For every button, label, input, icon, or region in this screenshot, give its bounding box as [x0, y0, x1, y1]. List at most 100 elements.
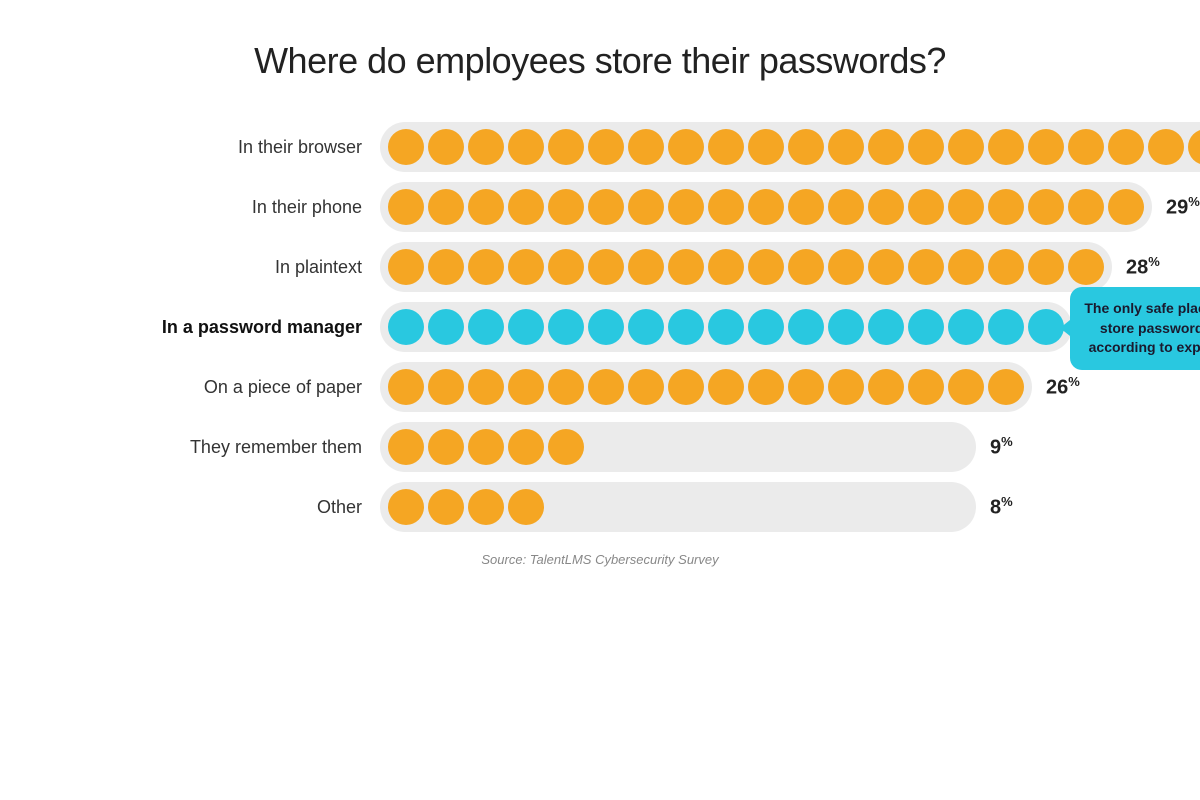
dot-remember-0: [388, 429, 424, 465]
dot-phone-4: [548, 189, 584, 225]
bar-track-browser: [380, 122, 1200, 172]
chart-title: Where do employees store their passwords…: [254, 40, 946, 82]
dot-browser-3: [508, 129, 544, 165]
dot-browser-9: [748, 129, 784, 165]
dot-plaintext-11: [828, 249, 864, 285]
dot-browser-5: [588, 129, 624, 165]
dot-phone-13: [908, 189, 944, 225]
dot-password-manager-8: [708, 309, 744, 345]
dot-remember-3: [508, 429, 544, 465]
dot-plaintext-12: [868, 249, 904, 285]
dot-phone-2: [468, 189, 504, 225]
dots-remember: [388, 429, 584, 465]
dot-phone-12: [868, 189, 904, 225]
dot-phone-7: [668, 189, 704, 225]
bar-label-remember: They remember them: [150, 437, 380, 458]
dot-plaintext-16: [1028, 249, 1064, 285]
dot-paper-1: [428, 369, 464, 405]
dot-browser-18: [1108, 129, 1144, 165]
dot-browser-14: [948, 129, 984, 165]
dot-plaintext-17: [1068, 249, 1104, 285]
bar-row-browser: In their browser33%: [150, 122, 1050, 172]
dot-browser-12: [868, 129, 904, 165]
dot-phone-11: [828, 189, 864, 225]
dot-password-manager-5: [588, 309, 624, 345]
dot-password-manager-7: [668, 309, 704, 345]
bar-row-paper: On a piece of paper26%: [150, 362, 1050, 412]
dot-phone-10: [788, 189, 824, 225]
dot-plaintext-13: [908, 249, 944, 285]
dot-other-2: [468, 489, 504, 525]
dot-browser-11: [828, 129, 864, 165]
bar-label-other: Other: [150, 497, 380, 518]
pct-phone: 29%: [1166, 194, 1200, 220]
dot-plaintext-0: [388, 249, 424, 285]
dot-phone-1: [428, 189, 464, 225]
dot-plaintext-14: [948, 249, 984, 285]
pct-paper: 26%: [1046, 374, 1106, 400]
dot-paper-6: [628, 369, 664, 405]
dot-browser-19: [1148, 129, 1184, 165]
pct-other: 8%: [990, 494, 1050, 520]
bar-track-plaintext: [380, 242, 1112, 292]
dot-password-manager-12: [868, 309, 904, 345]
dot-other-3: [508, 489, 544, 525]
dot-phone-0: [388, 189, 424, 225]
dot-plaintext-9: [748, 249, 784, 285]
dot-phone-8: [708, 189, 744, 225]
dot-plaintext-15: [988, 249, 1024, 285]
dot-password-manager-9: [748, 309, 784, 345]
dots-phone: [388, 189, 1144, 225]
dot-browser-10: [788, 129, 824, 165]
dot-password-manager-2: [468, 309, 504, 345]
bar-row-phone: In their phone29%: [150, 182, 1050, 232]
dot-plaintext-4: [548, 249, 584, 285]
dot-browser-13: [908, 129, 944, 165]
dot-paper-8: [708, 369, 744, 405]
dot-plaintext-8: [708, 249, 744, 285]
callout-bubble: The only safe place to store passwords, …: [1070, 287, 1200, 370]
bar-label-phone: In their phone: [150, 197, 380, 218]
bar-label-plaintext: In plaintext: [150, 257, 380, 278]
dot-password-manager-4: [548, 309, 584, 345]
dot-browser-0: [388, 129, 424, 165]
bar-row-other: Other 8%: [150, 482, 1050, 532]
dot-browser-7: [668, 129, 704, 165]
dot-password-manager-13: [908, 309, 944, 345]
bar-track-paper: [380, 362, 1032, 412]
dot-browser-20: [1188, 129, 1200, 165]
dot-browser-15: [988, 129, 1024, 165]
chart-container: In their browser33% In their phone29% In p…: [150, 122, 1050, 532]
bar-track-other: [380, 482, 976, 532]
pct-remember: 9%: [990, 434, 1050, 460]
dot-plaintext-3: [508, 249, 544, 285]
dot-password-manager-11: [828, 309, 864, 345]
dot-phone-16: [1028, 189, 1064, 225]
dot-password-manager-0: [388, 309, 424, 345]
dots-password-manager: [388, 309, 1064, 345]
dot-plaintext-6: [628, 249, 664, 285]
dot-plaintext-2: [468, 249, 504, 285]
dot-password-manager-10: [788, 309, 824, 345]
dot-plaintext-5: [588, 249, 624, 285]
dot-remember-1: [428, 429, 464, 465]
dot-paper-15: [988, 369, 1024, 405]
dot-paper-3: [508, 369, 544, 405]
dot-browser-6: [628, 129, 664, 165]
bar-label-browser: In their browser: [150, 137, 380, 158]
dot-phone-3: [508, 189, 544, 225]
dot-remember-4: [548, 429, 584, 465]
dot-phone-5: [588, 189, 624, 225]
dot-paper-4: [548, 369, 584, 405]
dot-phone-9: [748, 189, 784, 225]
dot-password-manager-3: [508, 309, 544, 345]
dot-plaintext-10: [788, 249, 824, 285]
dots-paper: [388, 369, 1024, 405]
dot-browser-17: [1068, 129, 1104, 165]
dot-paper-2: [468, 369, 504, 405]
bar-row-password-manager: In a password manager27%The only safe pl…: [150, 302, 1050, 352]
dot-paper-9: [748, 369, 784, 405]
dot-browser-2: [468, 129, 504, 165]
dot-phone-17: [1068, 189, 1104, 225]
dot-password-manager-15: [988, 309, 1024, 345]
